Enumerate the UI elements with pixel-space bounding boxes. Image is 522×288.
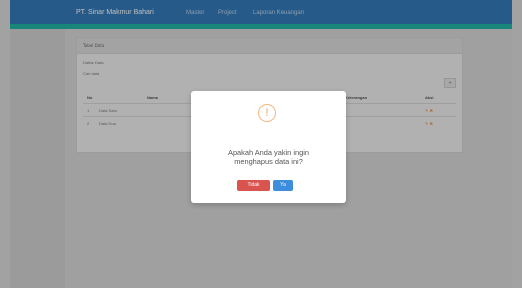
dialog-message: Apakah Anda yakin ingin menghapus data i…	[199, 148, 338, 166]
warning-icon: !	[258, 104, 276, 122]
confirm-dialog: ! Apakah Anda yakin ingin menghapus data…	[191, 91, 346, 203]
cancel-button[interactable]: Tidak	[237, 180, 270, 191]
dialog-message-line: menghapus data ini?	[234, 157, 303, 166]
confirm-button[interactable]: Ya	[273, 180, 293, 191]
dialog-message-line: Apakah Anda yakin ingin	[228, 148, 309, 157]
